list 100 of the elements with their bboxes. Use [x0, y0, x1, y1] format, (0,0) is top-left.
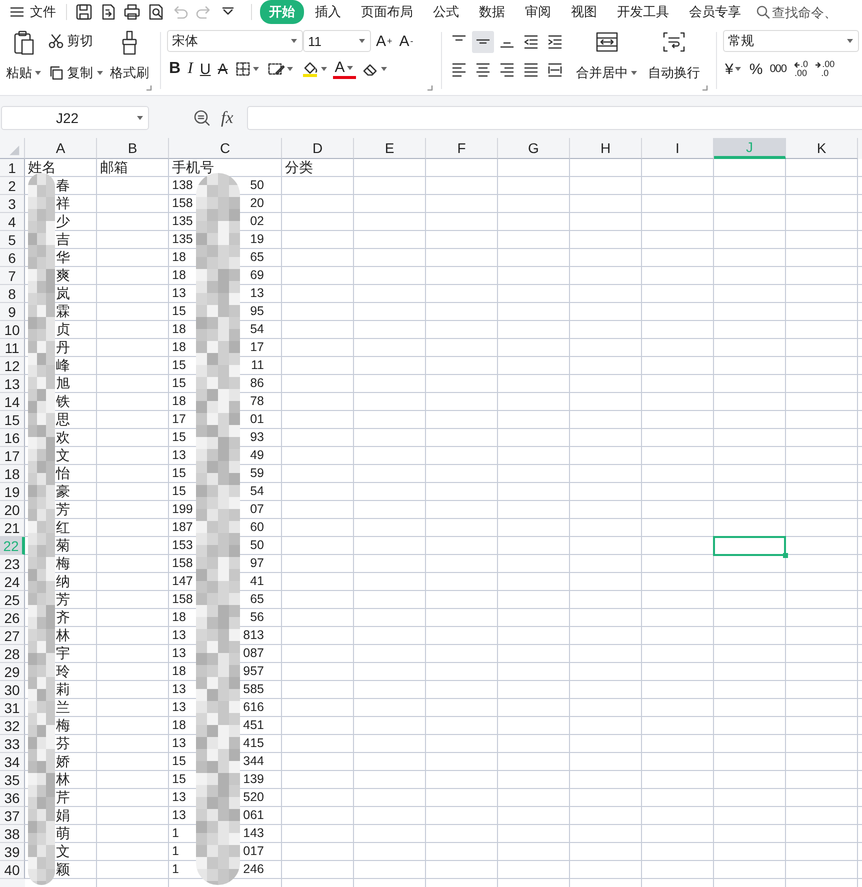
- cell-text: 13: [171, 285, 186, 302]
- column-header[interactable]: B: [97, 138, 169, 159]
- cell-text: 林: [55, 627, 70, 644]
- cell-text: 怡: [54, 465, 70, 482]
- ribbon-tab[interactable]: 数据: [470, 0, 514, 24]
- zoom-formula-icon[interactable]: [193, 109, 211, 127]
- cell-text: 19: [249, 231, 265, 248]
- dialog-launcher-icon[interactable]: [427, 85, 433, 91]
- cell-text: 玲: [55, 663, 70, 680]
- dialog-launcher-icon[interactable]: [702, 85, 708, 91]
- cell-text: 616: [242, 699, 265, 716]
- cell-text: 文: [55, 843, 70, 860]
- ribbon-tab[interactable]: 视图: [562, 0, 606, 24]
- format-painter-button[interactable]: 格式刷: [110, 30, 149, 86]
- strikethrough-button[interactable]: A: [216, 58, 230, 80]
- cell-text: 50: [249, 537, 265, 554]
- menu-icon: [10, 6, 24, 18]
- cell-text: 颖: [55, 861, 70, 878]
- increase-font-button[interactable]: A$^{+}$: [374, 30, 394, 52]
- caret-icon: [320, 66, 328, 72]
- merge-center-button[interactable]: 合并居中: [576, 30, 638, 86]
- copy-button[interactable]: 复制: [48, 64, 104, 82]
- bold-button[interactable]: B: [167, 58, 183, 80]
- font-color-button[interactable]: A: [332, 60, 356, 78]
- font-name-dropdown[interactable]: 宋体: [167, 30, 303, 52]
- cell-text: 18: [171, 717, 186, 734]
- cell-text: 13: [171, 699, 186, 716]
- percent-button[interactable]: %: [747, 58, 765, 80]
- ribbon-tab[interactable]: 开发工具: [608, 0, 678, 24]
- column-header[interactable]: F: [426, 138, 498, 159]
- cell-text: 菊: [55, 537, 70, 554]
- currency-button[interactable]: ¥: [723, 58, 744, 80]
- cell-text: 017: [242, 843, 265, 860]
- number-format-dropdown[interactable]: 常规: [723, 30, 859, 52]
- caret-icon: [34, 70, 42, 76]
- column-header[interactable]: G: [498, 138, 570, 159]
- name-box[interactable]: J22: [1, 106, 149, 130]
- ribbon-tab[interactable]: 插入: [306, 0, 350, 24]
- cell-text: 华: [55, 249, 70, 266]
- column-header[interactable]: K: [786, 138, 858, 159]
- column-header[interactable]: I: [642, 138, 714, 159]
- printer-icon[interactable]: [123, 3, 141, 21]
- cell-text: 957: [242, 663, 265, 680]
- caret-icon: [358, 38, 366, 44]
- cell-text: 199: [171, 501, 193, 518]
- paste-button[interactable]: 粘贴: [6, 30, 42, 86]
- caret-icon: [136, 115, 144, 121]
- cell-text: 15: [171, 753, 186, 770]
- cell-text: 54: [249, 483, 265, 500]
- decrease-decimal-button[interactable]: .00 .0: [813, 58, 837, 80]
- cell-text: 50: [249, 177, 265, 194]
- cell-text: 135: [171, 231, 193, 248]
- cell-text: 60: [249, 519, 265, 536]
- cell-text: 13: [171, 645, 186, 662]
- function-label[interactable]: fx: [221, 108, 234, 128]
- column-header[interactable]: A: [25, 138, 97, 159]
- ribbon-tab[interactable]: 公式: [424, 0, 468, 24]
- column-header[interactable]: D: [282, 138, 354, 159]
- cell-text: 1: [171, 843, 179, 860]
- font-size-dropdown[interactable]: 11: [303, 30, 371, 52]
- cell-text: 344: [242, 753, 265, 770]
- cell-text: 18: [171, 249, 186, 266]
- wrap-text-button[interactable]: 自动换行: [648, 30, 700, 86]
- cell-text: 梅: [55, 555, 70, 572]
- cell-text: 135: [171, 213, 193, 230]
- column-header[interactable]: H: [570, 138, 642, 159]
- cell-text: 13: [171, 681, 186, 698]
- underline-button[interactable]: U: [198, 58, 213, 80]
- cut-button[interactable]: 剪切: [48, 32, 104, 50]
- cell-cursor[interactable]: [713, 536, 786, 556]
- thousands-separator-button[interactable]: 000: [768, 58, 789, 80]
- ribbon-tab[interactable]: 页面布局: [352, 0, 422, 24]
- cell-text: 15: [171, 429, 186, 446]
- cell-text: 娇: [55, 753, 70, 770]
- cell-text: 15: [171, 771, 186, 788]
- align-middle-icon[interactable]: [472, 31, 494, 53]
- ribbon-tab[interactable]: 会员专享: [680, 0, 750, 24]
- cell-text: 芬: [55, 735, 70, 752]
- cell-text: 520: [242, 789, 265, 806]
- column-header[interactable]: E: [354, 138, 426, 159]
- formula-field[interactable]: [247, 106, 862, 130]
- column-header[interactable]: C: [169, 138, 282, 159]
- decrease-font-button[interactable]: A$^{-}$: [397, 30, 416, 52]
- cell-text: 15: [171, 357, 186, 374]
- search-field[interactable]: 查找命令、: [772, 4, 862, 20]
- document-magnifier-icon[interactable]: [147, 3, 165, 21]
- ribbon-tab[interactable]: 审阅: [516, 0, 560, 24]
- caret-icon: [630, 70, 638, 76]
- increase-decimal-button[interactable]: .0 .00: [792, 58, 810, 80]
- dialog-launcher-icon[interactable]: [146, 85, 152, 91]
- cell-text: 爽: [55, 267, 70, 284]
- save-icon[interactable]: [75, 3, 93, 21]
- arrow-icon: [815, 62, 822, 68]
- clipboard-icon: [13, 30, 35, 56]
- file-menu-button[interactable]: 文件: [8, 1, 58, 23]
- cell-text: 丹: [55, 339, 70, 356]
- italic-button[interactable]: I: [186, 58, 195, 80]
- cell-text: 18: [171, 267, 186, 284]
- cell-text: 246: [242, 861, 265, 878]
- cell-text: 思: [55, 411, 70, 428]
